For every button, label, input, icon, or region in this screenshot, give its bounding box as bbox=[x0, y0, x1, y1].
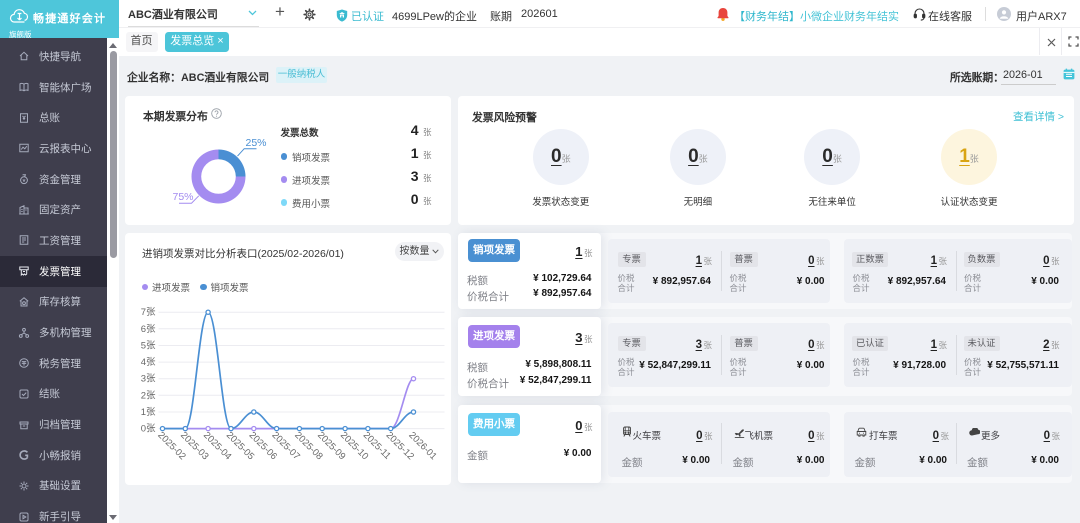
svg-text:1张: 1张 bbox=[140, 407, 155, 418]
svg-text:6张: 6张 bbox=[140, 324, 155, 335]
svg-text:25%: 25% bbox=[245, 137, 266, 149]
svg-text:75%: 75% bbox=[172, 191, 193, 203]
svg-text:2张: 2张 bbox=[140, 390, 155, 401]
svg-text:7张: 7张 bbox=[140, 307, 155, 318]
svg-text:5张: 5张 bbox=[140, 341, 155, 352]
svg-text:0张: 0张 bbox=[140, 424, 155, 435]
svg-text:4张: 4张 bbox=[140, 357, 155, 368]
svg-text:3张: 3张 bbox=[140, 374, 155, 385]
